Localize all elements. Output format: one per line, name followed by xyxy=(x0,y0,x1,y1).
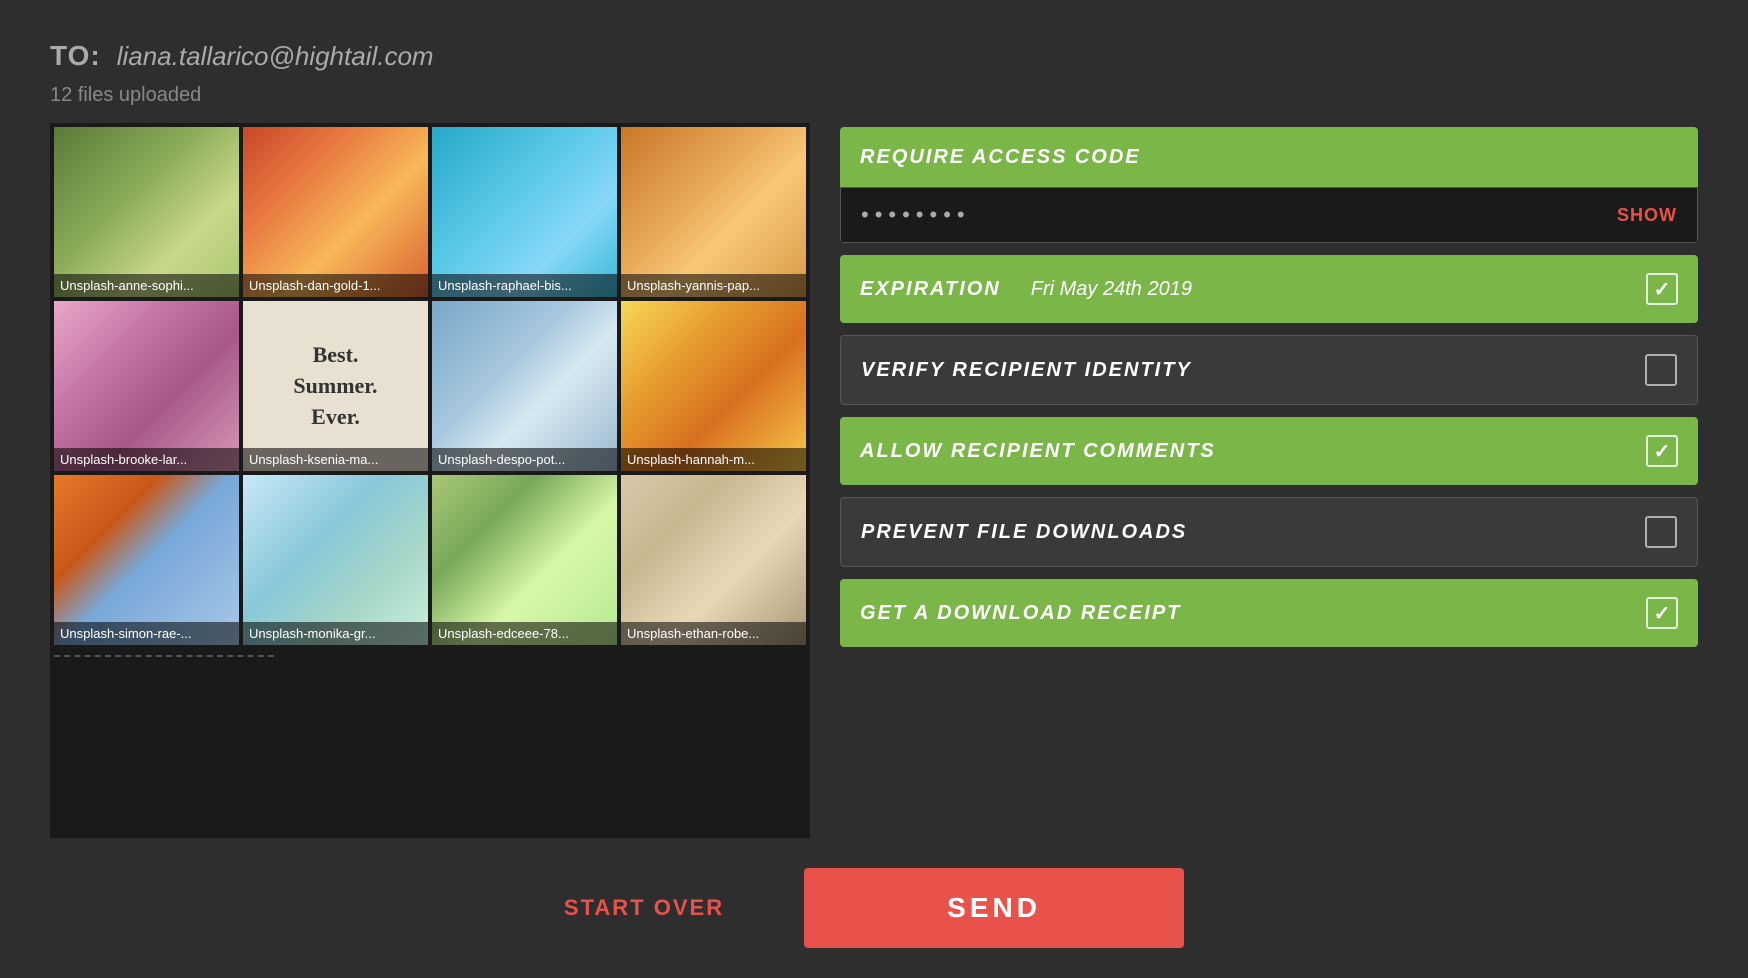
image-grid-container: Unsplash-anne-sophi...Unsplash-dan-gold-… xyxy=(50,123,810,838)
download-receipt-checkbox[interactable]: ✓ xyxy=(1646,597,1678,629)
grid-item-yannis[interactable]: Unsplash-yannis-pap... xyxy=(621,127,806,297)
grid-item-despo[interactable]: Unsplash-despo-pot... xyxy=(432,301,617,471)
allow-comments-checkbox[interactable]: ✓ xyxy=(1646,435,1678,467)
to-label: TO: xyxy=(50,40,101,72)
grid-item-text-ksenia: Best.Summer.Ever. xyxy=(243,340,428,432)
grid-item-label-ethan: Unsplash-ethan-robe... xyxy=(621,622,806,645)
grid-item-label-edceee: Unsplash-edceee-78... xyxy=(432,622,617,645)
grid-item-bg-brooke xyxy=(54,301,239,471)
grid-item-anne[interactable]: Unsplash-anne-sophi... xyxy=(54,127,239,297)
grid-item-dan[interactable]: Unsplash-dan-gold-1... xyxy=(243,127,428,297)
access-code-label: REQUIRE ACCESS CODE xyxy=(860,146,1141,169)
grid-item-label-dan: Unsplash-dan-gold-1... xyxy=(243,274,428,297)
expiration-checkmark: ✓ xyxy=(1654,277,1671,302)
grid-item-edceee[interactable]: Unsplash-edceee-78... xyxy=(432,475,617,645)
grid-item-bg-anne xyxy=(54,127,239,297)
grid-item-label-anne: Unsplash-anne-sophi... xyxy=(54,274,239,297)
allow-comments-option: ALLOW RECIPIENT COMMENTS ✓ xyxy=(840,417,1698,485)
grid-item-label-despo: Unsplash-despo-pot... xyxy=(432,448,617,471)
expiration-option: EXPIRATION Fri May 24th 2019 ✓ xyxy=(840,255,1698,323)
expiration-label: EXPIRATION xyxy=(860,278,1001,301)
download-receipt-option: GET A DOWNLOAD RECEIPT ✓ xyxy=(840,579,1698,647)
grid-item-label-yannis: Unsplash-yannis-pap... xyxy=(621,274,806,297)
verify-identity-label: VERIFY RECIPIENT IDENTITY xyxy=(861,359,1192,382)
show-password-button[interactable]: SHOW xyxy=(1617,205,1677,226)
allow-comments-label: ALLOW RECIPIENT COMMENTS xyxy=(860,440,1216,463)
expiration-inner: EXPIRATION Fri May 24th 2019 xyxy=(860,278,1192,301)
grid-item-hannah[interactable]: Unsplash-hannah-m... xyxy=(621,301,806,471)
access-code-header: REQUIRE ACCESS CODE xyxy=(840,127,1698,187)
expiration-header[interactable]: EXPIRATION Fri May 24th 2019 ✓ xyxy=(840,255,1698,323)
grid-item-bg-ethan xyxy=(621,475,806,645)
grid-item-bg-dan xyxy=(243,127,428,297)
files-count: 12 files uploaded xyxy=(50,84,1698,107)
start-over-button[interactable]: START OVER xyxy=(564,895,724,921)
grid-item-bg-monika xyxy=(243,475,428,645)
grid-item-bg-ksenia: Best.Summer.Ever. xyxy=(243,301,428,471)
grid-item-raphael[interactable]: Unsplash-raphael-bis... xyxy=(432,127,617,297)
grid-item-ethan[interactable]: Unsplash-ethan-robe... xyxy=(621,475,806,645)
grid-item-bg-raphael xyxy=(432,127,617,297)
grid-item-simon[interactable]: Unsplash-simon-rae-... xyxy=(54,475,239,645)
access-code-dots: •••••••• xyxy=(861,202,971,228)
prevent-downloads-checkbox[interactable] xyxy=(1645,516,1677,548)
main-container: TO: liana.tallarico@hightail.com 12 file… xyxy=(0,0,1748,838)
download-receipt-checkmark: ✓ xyxy=(1654,601,1671,626)
grid-item-monika[interactable]: Unsplash-monika-gr... xyxy=(243,475,428,645)
grid-item-ksenia[interactable]: Best.Summer.Ever. Unsplash-ksenia-ma... xyxy=(243,301,428,471)
to-email: liana.tallarico@hightail.com xyxy=(117,41,434,72)
grid-item-bg-hannah xyxy=(621,301,806,471)
grid-item-brooke[interactable]: Unsplash-brooke-lar... xyxy=(54,301,239,471)
allow-comments-header[interactable]: ALLOW RECIPIENT COMMENTS ✓ xyxy=(840,417,1698,485)
verify-identity-checkbox[interactable] xyxy=(1645,354,1677,386)
send-button[interactable]: SEND xyxy=(804,868,1184,948)
grid-item-bg-despo xyxy=(432,301,617,471)
grid-item-bg-yannis xyxy=(621,127,806,297)
expiration-date: Fri May 24th 2019 xyxy=(1031,278,1192,301)
grid-item-label-hannah: Unsplash-hannah-m... xyxy=(621,448,806,471)
expiration-checkbox[interactable]: ✓ xyxy=(1646,273,1678,305)
verify-identity-option: VERIFY RECIPIENT IDENTITY xyxy=(840,335,1698,405)
grid-item-label-monika: Unsplash-monika-gr... xyxy=(243,622,428,645)
download-receipt-label: GET A DOWNLOAD RECEIPT xyxy=(860,602,1181,625)
grid-item-bg-simon xyxy=(54,475,239,645)
grid-item-label-brooke: Unsplash-brooke-lar... xyxy=(54,448,239,471)
prevent-downloads-header[interactable]: PREVENT FILE DOWNLOADS xyxy=(841,498,1697,566)
grid-item-label-raphael: Unsplash-raphael-bis... xyxy=(432,274,617,297)
prevent-downloads-option: PREVENT FILE DOWNLOADS xyxy=(840,497,1698,567)
access-code-input-row[interactable]: •••••••• SHOW xyxy=(840,187,1698,243)
grid-item-label-simon: Unsplash-simon-rae-... xyxy=(54,622,239,645)
grid-item-bg-edceee xyxy=(432,475,617,645)
grid-item-label-ksenia: Unsplash-ksenia-ma... xyxy=(243,448,428,471)
access-code-option: REQUIRE ACCESS CODE •••••••• SHOW xyxy=(840,127,1698,243)
options-panel: REQUIRE ACCESS CODE •••••••• SHOW EXPIRA… xyxy=(840,123,1698,838)
content-row: Unsplash-anne-sophi...Unsplash-dan-gold-… xyxy=(50,123,1698,838)
verify-identity-header[interactable]: VERIFY RECIPIENT IDENTITY xyxy=(841,336,1697,404)
bottom-bar: START OVER SEND xyxy=(0,838,1748,978)
scroll-dashed-line xyxy=(54,655,274,657)
download-receipt-header[interactable]: GET A DOWNLOAD RECEIPT ✓ xyxy=(840,579,1698,647)
to-row: TO: liana.tallarico@hightail.com xyxy=(50,40,1698,72)
prevent-downloads-label: PREVENT FILE DOWNLOADS xyxy=(861,521,1187,544)
allow-comments-checkmark: ✓ xyxy=(1654,439,1671,464)
image-grid: Unsplash-anne-sophi...Unsplash-dan-gold-… xyxy=(50,123,810,649)
